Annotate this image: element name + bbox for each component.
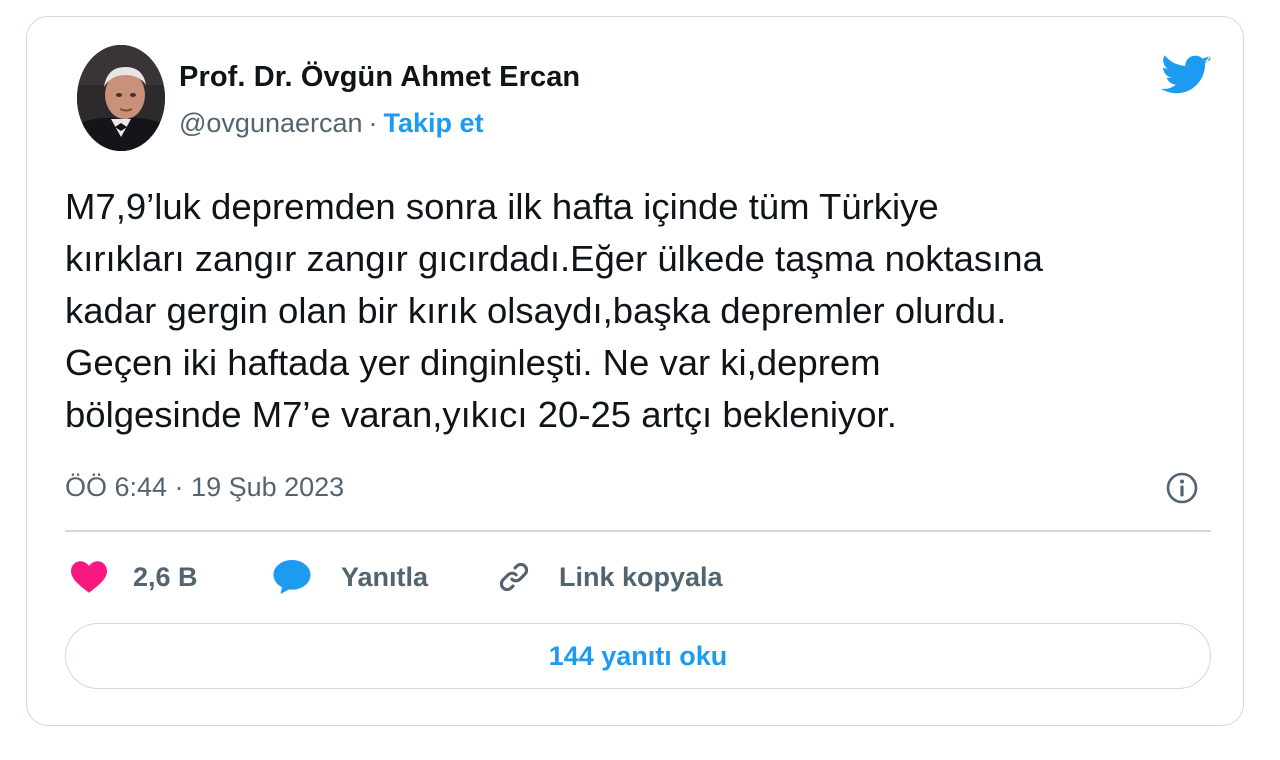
tweet-text-line: kırıkları zangır zangır gıcırdadı.Eğer ü… (65, 238, 1043, 279)
tweet-text-line: M7,9’luk depremden sonra ilk hafta içind… (65, 186, 939, 227)
tweet-text: M7,9’luk depremden sonra ilk hafta içind… (65, 181, 1225, 441)
reply-label: Yanıtla (341, 561, 429, 592)
like-button[interactable]: 2,6 B (71, 557, 198, 597)
tweet-text-line: Geçen iki haftada yer dinginleşti. Ne va… (65, 342, 881, 383)
heart-icon (71, 561, 107, 593)
read-replies-button[interactable]: 144 yanıtı oku (65, 623, 1211, 689)
tweet-text-line: bölgesinde M7’e varan,yıkıcı 20-25 artçı… (65, 394, 897, 435)
twitter-bird-icon[interactable] (1161, 55, 1211, 97)
reply-button[interactable]: Yanıtla (273, 557, 428, 597)
link-icon (499, 562, 529, 592)
tweet-timestamp[interactable]: ÖÖ 6:44 · 19 Şub 2023 (65, 472, 344, 503)
info-icon[interactable] (1164, 470, 1200, 506)
tweet-text-line: kadar gergin olan bir kırık olsaydı,başk… (65, 290, 1007, 331)
author-name[interactable]: Prof. Dr. Övgün Ahmet Ercan (179, 61, 580, 94)
tweet-card: Prof. Dr. Övgün Ahmet Ercan @ovgunaercan… (26, 16, 1244, 726)
author-handle[interactable]: @ovgunaercan (179, 108, 363, 138)
author-handle-row: @ovgunaercan · Takip et (179, 108, 484, 139)
follow-button[interactable]: Takip et (384, 108, 484, 138)
copy-link-label: Link kopyala (559, 561, 723, 592)
like-count: 2,6 B (133, 561, 198, 592)
avatar[interactable] (77, 45, 165, 151)
copy-link-button[interactable]: Link kopyala (497, 557, 723, 597)
separator-dot: · (368, 108, 378, 138)
speech-bubble-icon (273, 560, 311, 594)
divider (65, 530, 1211, 532)
avatar-photo (77, 45, 165, 151)
